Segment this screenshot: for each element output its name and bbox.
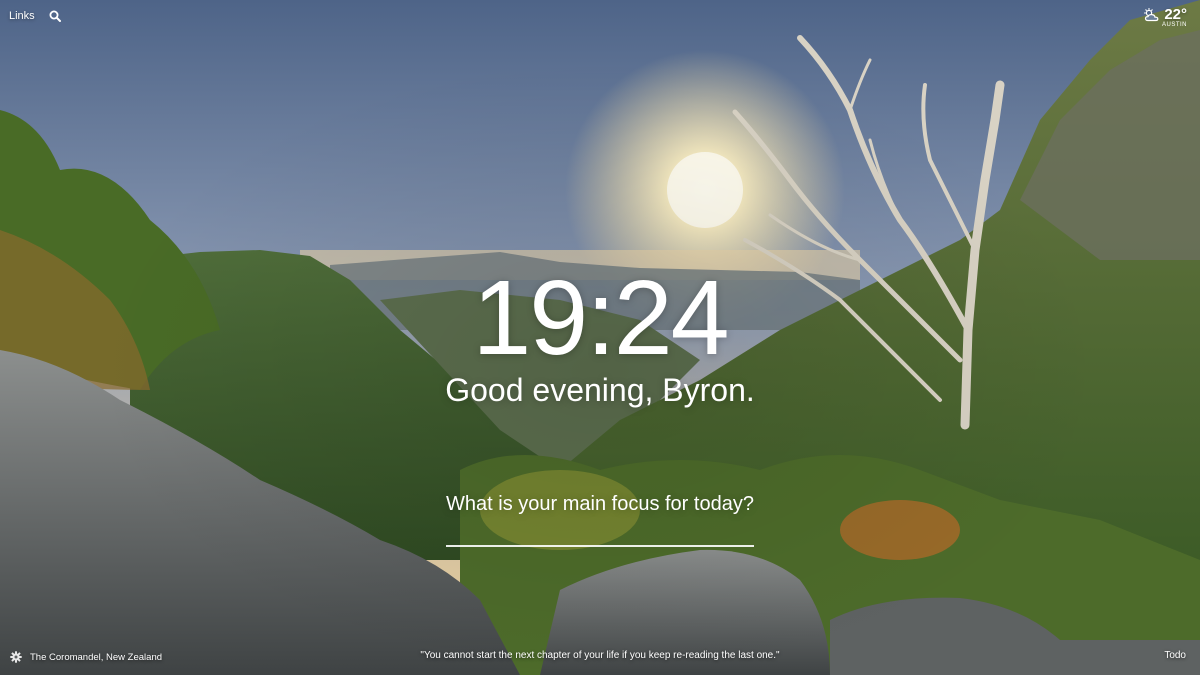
focus-input[interactable] <box>446 523 754 547</box>
weather-location: AUSTIN <box>1161 22 1187 28</box>
clock: 19:24 <box>472 259 729 377</box>
search-icon[interactable] <box>49 10 61 22</box>
temperature: 22° <box>1164 6 1187 23</box>
weather-widget[interactable]: 22° AUSTIN <box>1143 6 1187 28</box>
weather-row: 22° <box>1143 6 1187 23</box>
todo-button[interactable]: Todo <box>1164 650 1186 661</box>
top-left-bar: Links <box>9 10 61 22</box>
links-button[interactable]: Links <box>9 10 35 22</box>
partly-cloudy-sun-icon <box>1144 7 1159 21</box>
greeting: Good evening, Byron. <box>445 372 755 408</box>
quote: "You cannot start the next chapter of yo… <box>420 650 780 661</box>
focus-question: What is your main focus for today? <box>446 493 754 515</box>
